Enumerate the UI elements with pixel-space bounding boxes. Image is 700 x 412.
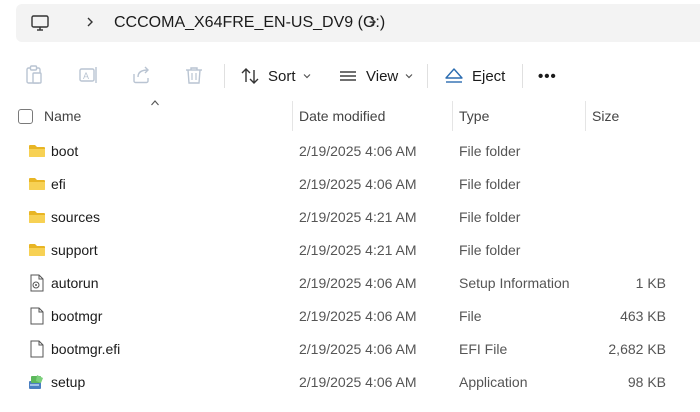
sort-ascending-icon	[151, 100, 159, 106]
svg-text:A: A	[83, 71, 89, 81]
file-date: 2/19/2025 4:06 AM	[299, 143, 417, 159]
file-row[interactable]: support 2/19/2025 4:21 AM File folder	[0, 234, 700, 266]
file-name: bootmgr	[51, 308, 103, 324]
file-name: boot	[51, 143, 79, 159]
chevron-down-icon	[303, 74, 310, 79]
more-options-icon: •••	[538, 67, 557, 85]
file-name: efi	[51, 176, 66, 192]
file-type: File folder	[459, 143, 521, 159]
file-row[interactable]: autorun 2/19/2025 4:06 AM Setup Informat…	[0, 267, 700, 299]
more-options-button[interactable]: •••	[538, 60, 557, 92]
eject-icon	[445, 68, 463, 83]
select-all-checkbox[interactable]	[18, 109, 33, 124]
toolbar-divider	[427, 64, 428, 88]
eject-button[interactable]: Eject	[444, 60, 505, 92]
file-icon	[30, 307, 44, 325]
file-size: 463 KB	[620, 308, 666, 324]
column-header-type[interactable]: Type	[459, 108, 489, 124]
file-size: 2,682 KB	[608, 341, 666, 357]
file-date: 2/19/2025 4:06 AM	[299, 374, 417, 390]
file-row[interactable]: sources 2/19/2025 4:21 AM File folder	[0, 201, 700, 233]
file-type: File folder	[459, 176, 521, 192]
file-row[interactable]: bootmgr.efi 2/19/2025 4:06 AM EFI File 2…	[0, 333, 700, 365]
view-icon	[340, 71, 356, 81]
share-icon[interactable]	[130, 64, 152, 86]
file-row[interactable]: setup 2/19/2025 4:06 AM Application 98 K…	[0, 366, 700, 398]
file-date: 2/19/2025 4:06 AM	[299, 275, 417, 291]
file-date: 2/19/2025 4:06 AM	[299, 308, 417, 324]
column-header-name[interactable]: Name	[44, 108, 81, 124]
eject-label: Eject	[472, 67, 506, 85]
sort-button[interactable]: Sort	[240, 60, 312, 92]
folder-icon	[29, 211, 45, 223]
file-name: support	[51, 242, 98, 258]
setup-info-icon	[30, 274, 44, 292]
delete-icon[interactable]	[183, 64, 205, 86]
view-label: View	[366, 67, 399, 85]
chevron-right-icon[interactable]	[366, 15, 380, 29]
file-type: Setup Information	[459, 275, 570, 291]
file-date: 2/19/2025 4:21 AM	[299, 242, 417, 258]
folder-icon	[29, 244, 45, 256]
file-size: 98 KB	[627, 374, 666, 390]
file-row[interactable]: boot 2/19/2025 4:06 AM File folder	[0, 135, 700, 167]
file-name: bootmgr.efi	[51, 341, 121, 357]
paste-icon[interactable]	[23, 64, 45, 86]
folder-icon	[29, 178, 45, 190]
column-divider[interactable]	[585, 101, 586, 131]
file-name: sources	[51, 209, 101, 225]
chevron-right-icon[interactable]	[83, 15, 97, 29]
folder-icon	[29, 145, 45, 157]
file-row[interactable]: bootmgr 2/19/2025 4:06 AM File 463 KB	[0, 300, 700, 332]
sort-label: Sort	[268, 67, 296, 85]
toolbar-divider	[522, 64, 523, 88]
file-date: 2/19/2025 4:06 AM	[299, 176, 417, 192]
file-date: 2/19/2025 4:21 AM	[299, 209, 417, 225]
file-date: 2/19/2025 4:06 AM	[299, 341, 417, 357]
address-bar[interactable]: CCCOMA_X64FRE_EN-US_DV9 (G:)	[16, 4, 700, 42]
file-type: EFI File	[459, 341, 508, 357]
breadcrumb-drive[interactable]: CCCOMA_X64FRE_EN-US_DV9 (G:)	[114, 14, 385, 32]
column-divider[interactable]	[292, 101, 293, 131]
this-pc-icon[interactable]	[30, 13, 50, 33]
sort-icon	[241, 68, 259, 84]
view-button[interactable]: View	[338, 60, 414, 92]
setup-app-icon	[29, 375, 43, 389]
file-name: autorun	[51, 275, 99, 291]
column-header-size[interactable]: Size	[592, 108, 619, 124]
file-icon	[30, 340, 44, 358]
rename-icon[interactable]: A	[77, 64, 99, 86]
file-type: Application	[459, 374, 528, 390]
file-size: 1 KB	[635, 275, 666, 291]
file-type: File folder	[459, 209, 521, 225]
toolbar-divider	[224, 64, 225, 88]
file-type: File	[459, 308, 482, 324]
column-header-date[interactable]: Date modified	[299, 108, 385, 124]
file-type: File folder	[459, 242, 521, 258]
command-bar: A Sort View Eject •••	[0, 50, 700, 102]
chevron-down-icon	[405, 74, 413, 79]
column-divider[interactable]	[452, 101, 453, 131]
file-name: setup	[51, 374, 86, 390]
column-header-row: Name Date modified Type Size	[0, 100, 700, 131]
file-row[interactable]: efi 2/19/2025 4:06 AM File folder	[0, 168, 700, 200]
